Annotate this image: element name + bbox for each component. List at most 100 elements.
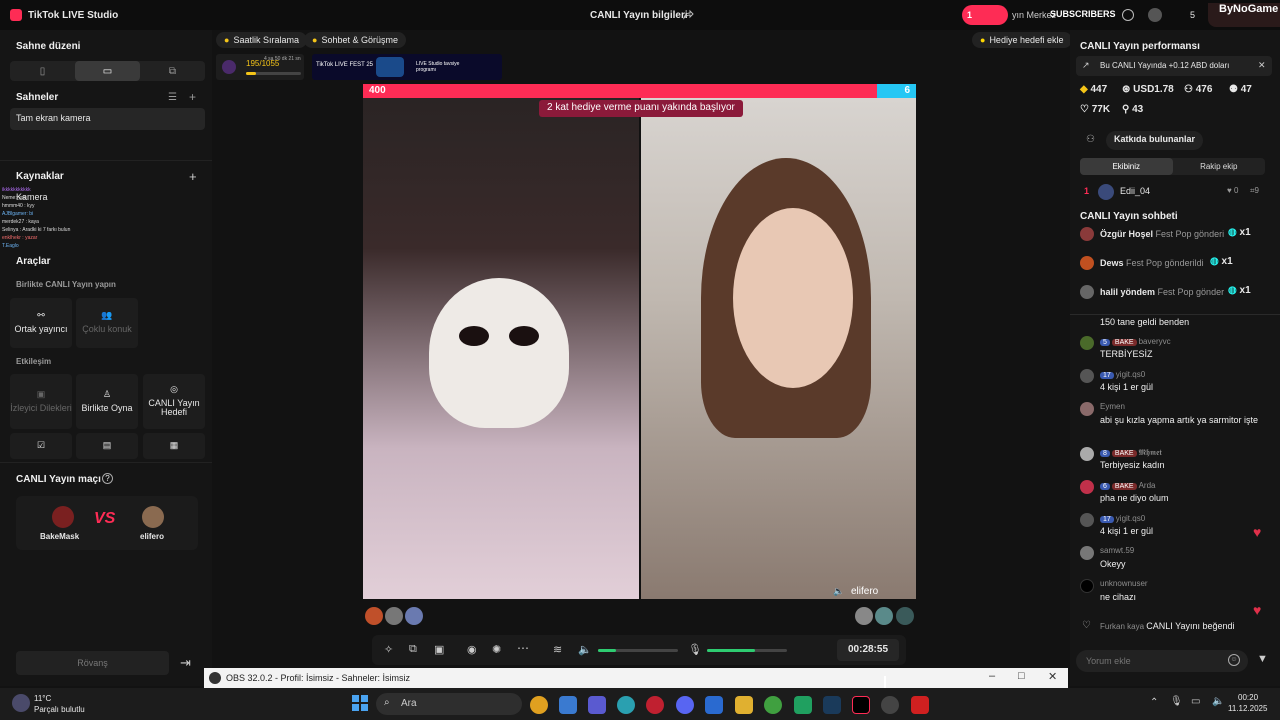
obs-window-bar[interactable]: OBS 32.0.2 - Profil: İsimsiz - Sahneler:… — [204, 668, 1068, 688]
multi-guest-button[interactable]: 👥 Çoklu konuk — [76, 298, 138, 348]
rematch-button[interactable]: Rövanş — [16, 651, 169, 675]
folder-icon[interactable] — [735, 696, 753, 714]
add-gift-goal-button[interactable]: ● Hediye hedefi ekle — [972, 32, 1072, 48]
effects-icon[interactable]: ✺ — [492, 643, 501, 656]
settings-sliders-icon[interactable]: ≋ — [553, 643, 562, 656]
avatar[interactable] — [385, 607, 403, 625]
scene-item[interactable]: Tam ekran kamera — [10, 108, 205, 130]
rank-likes: ♥ 0 — [1227, 186, 1239, 195]
gear-icon[interactable] — [1122, 9, 1134, 21]
minimize-icon[interactable]: – — [989, 670, 995, 682]
opera-icon[interactable] — [646, 696, 664, 714]
level-badge: 8 — [1100, 450, 1110, 457]
promo-banners[interactable]: TikTok LIVE FEST 25 LIVE Studio tavsiye … — [312, 54, 502, 80]
progress-track — [246, 72, 301, 75]
tool-more-1[interactable]: ☑ — [10, 433, 72, 459]
speaker-icon[interactable]: 🔈 — [833, 586, 844, 597]
live-preview[interactable]: 400 6 elifero 🔈 2 kat hediye verme puanı… — [363, 84, 916, 599]
center-panel: ● Saatlik Sıralama ● Sohbet & Görüşme ● … — [212, 30, 1072, 686]
chrome-icon[interactable] — [530, 696, 548, 714]
emoji-icon[interactable]: ☺ — [1228, 654, 1240, 666]
obs-icon[interactable] — [881, 696, 899, 714]
magic-wand-icon[interactable]: ✧ — [384, 643, 393, 656]
avatar[interactable] — [875, 607, 893, 625]
filter-icon[interactable]: ▼ — [1257, 653, 1268, 665]
tool-more-3[interactable]: ▦ — [143, 433, 205, 459]
cohost-button[interactable]: ⚯ Ortak yayıncı — [10, 298, 72, 348]
contributors-button[interactable]: Katkıda bulunanlar — [1106, 131, 1204, 150]
exit-icon[interactable]: ⇥ — [180, 655, 191, 671]
volume-icon[interactable]: 🔈 — [578, 643, 592, 656]
split-layout-icon[interactable]: ⧉ — [140, 61, 205, 81]
record-icon[interactable]: ◉ — [467, 643, 477, 656]
control-bar: ✧ ⧉ ▣ ◉ ✺ ⋯ ≋ 🔈 🎙 00:28:55 — [372, 635, 906, 665]
user-add-icon[interactable]: ⚇ — [1086, 134, 1095, 145]
close-icon[interactable]: ✕ — [1048, 670, 1057, 683]
gift-progress-widget[interactable]: 195/1055 4 sa 50 dk 21 sn — [216, 54, 304, 80]
store-icon[interactable] — [559, 696, 577, 714]
chrome-alt-icon[interactable] — [764, 696, 782, 714]
mic-slider[interactable] — [707, 649, 787, 652]
more-icon[interactable]: ⋯ — [517, 641, 529, 655]
help-icon[interactable]: ? — [102, 473, 113, 484]
tiktok-icon[interactable] — [852, 696, 870, 714]
layout-icon[interactable]: ▣ — [434, 643, 444, 656]
earnings-banner[interactable]: ↗ Bu CANLI Yayında +0.12 ABD doları ✕ — [1076, 56, 1272, 76]
maximize-icon[interactable]: □ — [1018, 670, 1025, 682]
gamepad-icon[interactable] — [794, 696, 812, 714]
chat-icon: ● — [312, 35, 318, 45]
guest-face — [733, 208, 853, 388]
avatar — [1080, 579, 1094, 593]
tool-more-2[interactable]: ▤ — [76, 433, 138, 459]
teams-icon[interactable] — [588, 696, 606, 714]
edge-icon[interactable] — [617, 696, 635, 714]
link-icon: ⚯ — [37, 310, 45, 321]
avatar[interactable] — [365, 607, 383, 625]
tab-rival-team[interactable]: Rakip ekip — [1173, 158, 1266, 175]
live-goal-button[interactable]: ◎ CANLI Yayın Hedefi — [143, 374, 205, 429]
gift-text: Fest Pop gönderildi — [1126, 258, 1204, 268]
microphone-icon[interactable]: 🎙 — [688, 643, 702, 656]
mail-icon[interactable] — [705, 696, 723, 714]
viewer-requests-button[interactable]: ▣ İzleyici Dilekleri — [10, 374, 72, 429]
live-info-title[interactable]: CANLI Yayın bilgileri — [590, 10, 688, 21]
volume-fill — [598, 649, 616, 652]
tab-chat-meeting[interactable]: ● Sohbet & Görüşme — [304, 32, 406, 48]
display-icon[interactable]: ▭ — [1191, 696, 1200, 707]
screen-add-icon[interactable]: ⧉ — [409, 643, 417, 656]
volume-slider[interactable] — [598, 649, 678, 652]
banner-program: LIVE Studio tavsiye programı — [416, 61, 460, 73]
add-source-icon[interactable]: + — [189, 169, 197, 184]
app-title: TikTok LIVE Studio — [28, 10, 119, 21]
windows-start-icon[interactable] — [352, 695, 368, 711]
list-icon[interactable]: ☰ — [168, 92, 177, 103]
microphone-icon[interactable]: 🎙 — [1170, 696, 1183, 707]
speaker-icon[interactable]: 🔈 — [1212, 696, 1224, 707]
gift-user: halil yöndem — [1100, 287, 1156, 297]
clock-time[interactable]: 00:20 — [1238, 693, 1258, 702]
avatar[interactable] — [896, 607, 914, 625]
weather-icon[interactable] — [12, 694, 30, 712]
close-icon[interactable]: ✕ — [1258, 60, 1266, 71]
clock-date[interactable]: 11.12.2025 — [1228, 704, 1267, 713]
add-scene-icon[interactable]: + — [189, 90, 196, 104]
tab-hourly-ranking[interactable]: ● Saatlik Sıralama — [216, 32, 307, 48]
avatar[interactable] — [855, 607, 873, 625]
tab-your-team[interactable]: Ekibiniz — [1080, 158, 1173, 175]
chevron-up-icon[interactable]: ⌃ — [1150, 697, 1158, 708]
play-together-button[interactable]: ♙ Birlikte Oyna — [76, 374, 138, 429]
skull-mask — [429, 278, 569, 428]
discord-icon[interactable] — [676, 696, 694, 714]
avatar[interactable] — [1148, 8, 1162, 22]
steam-icon[interactable] — [823, 696, 841, 714]
comment-input[interactable] — [1086, 653, 1216, 669]
avatar[interactable] — [405, 607, 423, 625]
landscape-layout-icon[interactable]: ▭ — [75, 61, 140, 81]
avatar — [1080, 402, 1094, 416]
portrait-layout-icon[interactable]: ▯ — [10, 61, 75, 81]
obs-title: OBS 32.0.2 - Profil: İsimsiz - Sahneler:… — [226, 673, 411, 683]
youtube-icon[interactable] — [911, 696, 929, 714]
overlay-line: AJBlgamer: bi — [2, 211, 34, 217]
share-icon[interactable] — [683, 9, 694, 20]
taskbar-search[interactable]: ⌕ Ara — [376, 693, 522, 715]
